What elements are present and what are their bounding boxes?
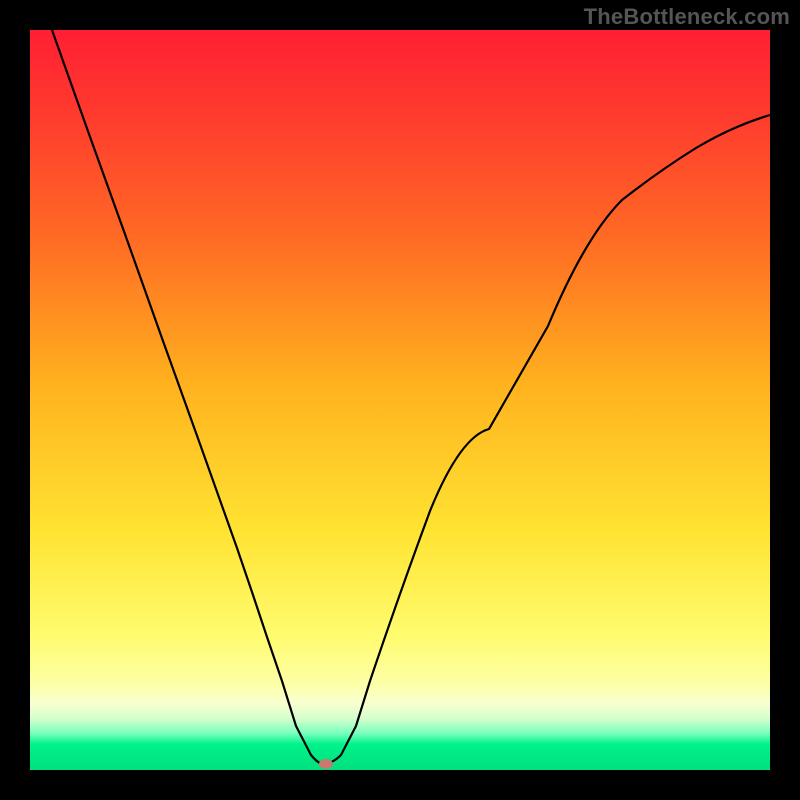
chart-frame: TheBottleneck.com [0, 0, 800, 800]
watermark-text: TheBottleneck.com [584, 4, 790, 30]
curve-layer [30, 30, 770, 770]
min-marker [319, 759, 333, 769]
plot-area [30, 30, 770, 770]
v-curve-path [52, 30, 770, 764]
